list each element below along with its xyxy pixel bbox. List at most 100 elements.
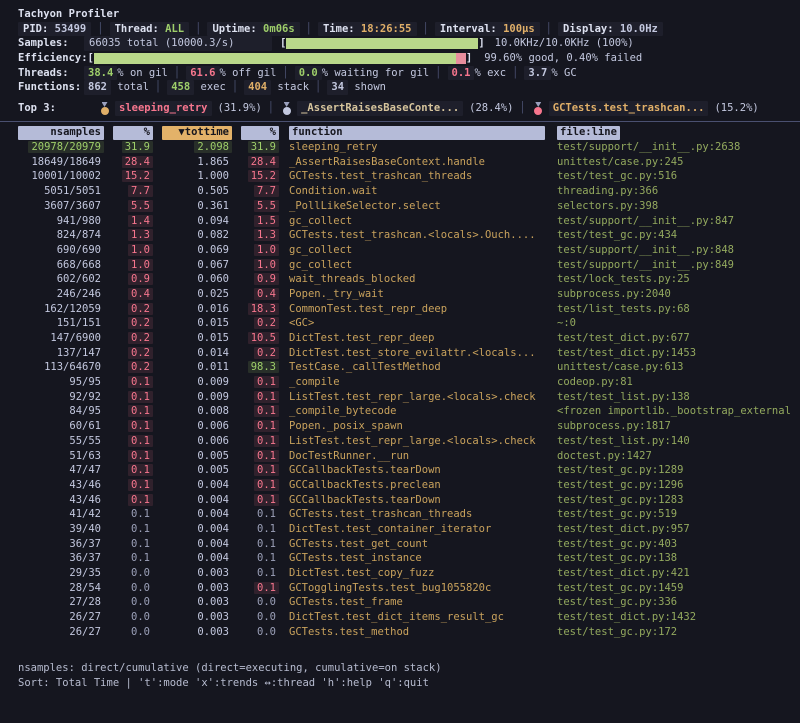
function-name: sleeping_retry xyxy=(289,141,545,155)
table-row[interactable]: 246/2460.40.0250.4Popen._try_waitsubproc… xyxy=(18,287,800,302)
direct-pct-cell: 1.0 xyxy=(113,244,153,258)
table-row[interactable]: 43/460.10.0040.1GCCallbackTests.preclean… xyxy=(18,478,800,493)
interval-value: 100µs xyxy=(503,23,535,35)
table-row[interactable]: 941/9801.40.0941.5gc_collecttest/support… xyxy=(18,214,800,229)
table-row[interactable]: 668/6681.00.0671.0gc_collecttest/support… xyxy=(18,258,800,273)
direct-pct-cell: 0.1 xyxy=(113,435,153,449)
table-row[interactable]: 824/8741.30.0821.3GCTests.test_trashcan.… xyxy=(18,229,800,244)
table-row[interactable]: 47/470.10.0050.1GCCallbackTests.tearDown… xyxy=(18,464,800,479)
tottime-cell: 0.003 xyxy=(162,626,232,640)
cumulative-pct-cell: 0.1 xyxy=(241,582,279,596)
file-line: unittest/case.py:613 xyxy=(557,361,800,375)
function-name: Popen._posix_spawn xyxy=(289,420,545,434)
table-row[interactable]: 36/370.10.0040.1GCTests.test_instancetes… xyxy=(18,552,800,567)
direct-pct-cell: 0.1 xyxy=(113,450,153,464)
file-line: test/support/__init__.py:2638 xyxy=(557,141,800,155)
thread-value: ALL xyxy=(165,23,184,35)
table-row[interactable]: 92/920.10.0090.1ListTest.test_repr_large… xyxy=(18,390,800,405)
table-row[interactable]: 10001/1000215.21.00015.2GCTests.test_tra… xyxy=(18,170,800,185)
nsamples-cell: 43/46 xyxy=(18,494,104,508)
nsamples-cell: 941/980 xyxy=(18,215,104,229)
function-name: GCTests.test_method xyxy=(289,626,545,640)
cumulative-pct-cell: 1.3 xyxy=(241,229,279,243)
cumulative-pct-cell: 10.5 xyxy=(241,332,279,346)
direct-pct-cell: 5.5 xyxy=(113,200,153,214)
file-line: test/test_dict.py:677 xyxy=(557,332,800,346)
tottime-cell: 0.004 xyxy=(162,523,232,537)
table-row[interactable]: 55/550.10.0060.1ListTest.test_repr_large… xyxy=(18,434,800,449)
file-line: subprocess.py:2040 xyxy=(557,288,800,302)
cumulative-pct-cell: 0.4 xyxy=(241,288,279,302)
direct-pct-cell: 1.0 xyxy=(113,259,153,273)
table-row[interactable]: 84/950.10.0080.1_compile_bytecode<frozen… xyxy=(18,405,800,420)
table-row[interactable]: 95/950.10.0090.1_compilecodeop.py:81 xyxy=(18,376,800,391)
direct-pct-cell: 0.2 xyxy=(113,347,153,361)
function-name: DictTest.test_container_iterator xyxy=(289,523,545,537)
table-row[interactable]: 27/280.00.0030.0GCTests.test_frametest/t… xyxy=(18,596,800,611)
function-name: GCTests.test_get_count xyxy=(289,538,545,552)
function-name: ListTest.test_repr_large.<locals>.check xyxy=(289,391,545,405)
functions-line: Functions: 862 total │ 458 exec │ 404 st… xyxy=(18,80,800,95)
efficiency-label: Efficiency: xyxy=(18,51,88,66)
table-row[interactable]: 36/370.10.0040.1GCTests.test_get_countte… xyxy=(18,537,800,552)
status-line: PID: 53499 │ Thread: ALL │ Uptime: 0m06s… xyxy=(18,22,800,37)
table-row[interactable]: 151/1510.20.0150.2<GC>~:0 xyxy=(18,317,800,332)
tottime-cell: 0.011 xyxy=(162,361,232,375)
table-row[interactable]: 137/1470.20.0140.2DictTest.test_store_ev… xyxy=(18,346,800,361)
direct-pct-cell: 1.3 xyxy=(113,229,153,243)
column-header-nsamples[interactable]: nsamples xyxy=(18,126,104,140)
table-row[interactable]: 147/69000.20.01510.5DictTest.test_repr_d… xyxy=(18,331,800,346)
file-line: test/test_gc.py:434 xyxy=(557,229,800,243)
cumulative-pct-cell: 0.9 xyxy=(241,273,279,287)
table-row[interactable]: 113/646700.20.01198.3TestCase._callTestM… xyxy=(18,361,800,376)
cumulative-pct-cell: 0.1 xyxy=(241,464,279,478)
top3-rank3-pct: (15.2%) xyxy=(714,101,758,116)
table-row[interactable]: 51/630.10.0050.1DocTestRunner.__rundocte… xyxy=(18,449,800,464)
column-header-cumulative-pct[interactable]: % xyxy=(241,126,279,140)
table-row[interactable]: 29/350.00.0030.1DictTest.test_copy_fuzzt… xyxy=(18,566,800,581)
nsamples-cell: 151/151 xyxy=(18,317,104,331)
table-row[interactable]: 39/400.10.0040.1DictTest.test_container_… xyxy=(18,522,800,537)
threads-label: Threads: xyxy=(18,66,84,81)
column-header-direct-pct[interactable]: % xyxy=(113,126,153,140)
column-header-tottime-sorted[interactable]: ▼tottime xyxy=(162,126,232,140)
divider: │ xyxy=(226,80,244,95)
nsamples-cell: 5051/5051 xyxy=(18,185,104,199)
table-row[interactable]: 43/460.10.0040.1GCCallbackTests.tearDown… xyxy=(18,493,800,508)
direct-pct-cell: 0.0 xyxy=(113,596,153,610)
nsamples-cell: 92/92 xyxy=(18,391,104,405)
column-header-file-line[interactable]: file:line xyxy=(557,126,620,140)
file-line: test/lock_tests.py:25 xyxy=(557,273,800,287)
divider: │ xyxy=(149,80,167,95)
table-row[interactable]: 602/6020.90.0600.9wait_threads_blockedte… xyxy=(18,273,800,288)
tottime-cell: 0.060 xyxy=(162,273,232,287)
table-row[interactable]: 28/540.00.0030.1GCTogglingTests.test_bug… xyxy=(18,581,800,596)
cumulative-pct-cell: 7.7 xyxy=(241,185,279,199)
on-gil-unit: % on gil xyxy=(117,66,168,81)
file-line: doctest.py:1427 xyxy=(557,450,800,464)
file-line: test/test_gc.py:138 xyxy=(557,552,800,566)
table-row[interactable]: 5051/50517.70.5057.7Condition.waitthread… xyxy=(18,185,800,200)
table-row[interactable]: 20978/2097931.92.09831.9sleeping_retryte… xyxy=(18,141,800,156)
thread-stat[interactable]: Thread: ALL xyxy=(110,22,190,37)
column-header-function[interactable]: function xyxy=(289,126,545,140)
function-name: GCTests.test_trashcan.<locals>.Ouch.... xyxy=(289,229,545,243)
exec-functions-value: 458 xyxy=(167,80,194,95)
table-row[interactable]: 162/120590.20.01618.3CommonTest.test_rep… xyxy=(18,302,800,317)
efficiency-progress-bar xyxy=(94,53,466,64)
function-name: <GC> xyxy=(289,317,545,331)
nsamples-cell: 41/42 xyxy=(18,508,104,522)
table-row[interactable]: 690/6901.00.0691.0gc_collecttest/support… xyxy=(18,243,800,258)
function-name: gc_collect xyxy=(289,215,545,229)
table-row[interactable]: 60/610.10.0060.1Popen._posix_spawnsubpro… xyxy=(18,420,800,435)
terminal-window: Tachyon Profiler PID: 53499 │ Thread: AL… xyxy=(0,0,800,691)
table-row[interactable]: 26/270.00.0030.0GCTests.test_methodtest/… xyxy=(18,625,800,640)
footer-help-line1: nsamples: direct/cumulative (direct=exec… xyxy=(18,661,800,676)
divider: │ xyxy=(300,22,318,37)
file-line: codeop.py:81 xyxy=(557,376,800,390)
table-row[interactable]: 26/270.00.0030.0DictTest.test_dict_items… xyxy=(18,611,800,626)
table-row[interactable]: 3607/36075.50.3615.5_PollLikeSelector.se… xyxy=(18,199,800,214)
table-row[interactable]: 41/420.10.0040.1GCTests.test_trashcan_th… xyxy=(18,508,800,523)
samples-bar-fill xyxy=(286,38,478,49)
table-row[interactable]: 18649/1864928.41.86528.4_AssertRaisesBas… xyxy=(18,155,800,170)
